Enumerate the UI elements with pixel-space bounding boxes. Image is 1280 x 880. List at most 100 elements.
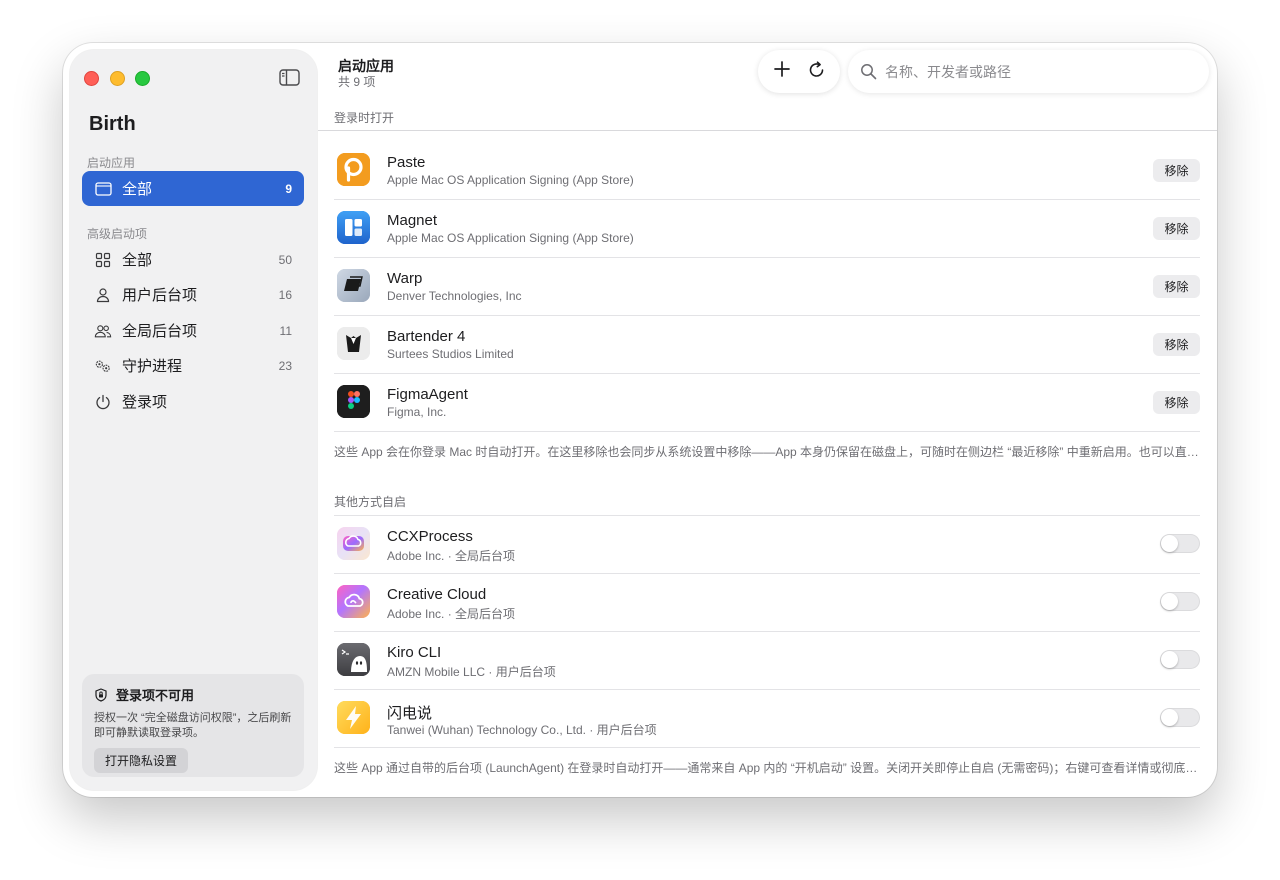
row-divider [334, 431, 1200, 432]
search-bar [848, 50, 1209, 93]
refresh-icon [807, 60, 826, 84]
figma-icon [337, 385, 370, 418]
magnet-icon [337, 211, 370, 244]
autostart-toggle[interactable] [1160, 592, 1200, 611]
list-item[interactable]: Warp Denver Technologies, Inc 移除 [334, 257, 1200, 315]
people-icon [94, 322, 112, 340]
sidebar: Birth 启动应用 全部 9 高级启动项 全部 50 用户后台项 16 全局后… [70, 50, 317, 790]
sidebar-item-count: 16 [278, 287, 292, 302]
remove-button[interactable]: 移除 [1153, 217, 1200, 240]
app-developer: Figma, Inc. [387, 405, 447, 419]
list-item[interactable]: Kiro CLI AMZN Mobile LLC · 用户后台项 [334, 631, 1200, 689]
toggle-knob [1161, 709, 1178, 726]
list-item[interactable]: Paste Apple Mac OS Application Signing (… [334, 141, 1200, 199]
creative-cloud-icon [337, 527, 370, 560]
app-developer: Apple Mac OS Application Signing (App St… [387, 173, 634, 187]
group-label-login: 登录时打开 [334, 111, 395, 125]
toggle-knob [1161, 593, 1178, 610]
toolbar-actions [758, 50, 840, 93]
sidebar-item-label: 登录项 [122, 394, 168, 411]
search-input[interactable] [885, 63, 1197, 80]
list-item[interactable]: Magnet Apple Mac OS Application Signing … [334, 199, 1200, 257]
toggle-knob [1161, 535, 1178, 552]
gears-icon [94, 357, 112, 375]
plus-icon [773, 60, 791, 83]
autostart-toggle[interactable] [1160, 708, 1200, 727]
info-card-header: 登录项不可用 [94, 685, 292, 704]
sidebar-item-label: 用户后台项 [122, 287, 198, 304]
list-item[interactable]: Bartender 4 Surtees Studios Limited 移除 [334, 315, 1200, 373]
add-button[interactable] [769, 59, 795, 85]
login-group-footnote: 这些 App 会在你登录 Mac 时自动打开。在这里移除也会同步从系统设置中移除… [334, 445, 1200, 459]
remove-button[interactable]: 移除 [1153, 275, 1200, 298]
other-group-footnote: 这些 App 通过自带的后台项 (LaunchAgent) 在登录时自动打开——… [334, 761, 1200, 775]
section-label-advanced: 高级启动项 [87, 227, 148, 241]
autostart-toggle[interactable] [1160, 650, 1200, 669]
app-developer: Apple Mac OS Application Signing (App St… [387, 231, 634, 245]
open-privacy-settings-button[interactable]: 打开隐私设置 [94, 748, 189, 773]
sidebar-item-global-agents[interactable]: 全局后台项 11 [82, 313, 304, 348]
remove-button[interactable]: 移除 [1153, 333, 1200, 356]
app-name: 闪电说 [387, 705, 433, 722]
search-icon [860, 63, 877, 80]
person-icon [94, 286, 112, 304]
app-name: FigmaAgent [387, 386, 468, 403]
row-divider [334, 747, 1200, 748]
sidebar-item-user-agents[interactable]: 用户后台项 16 [82, 277, 304, 312]
sidebar-item-label: 全局后台项 [122, 323, 198, 340]
close-window-button[interactable] [84, 71, 99, 86]
section-divider [318, 130, 1217, 131]
info-card-body: 授权一次 “完全磁盘访问权限”，之后刷新即可静默读取登录项。 [94, 712, 292, 739]
lock-shield-icon [94, 687, 108, 702]
app-name: Kiro CLI [387, 644, 442, 661]
refresh-button[interactable] [804, 59, 830, 85]
app-developer: Surtees Studios Limited [387, 347, 514, 361]
app-developer: Adobe Inc. · 全局后台项 [387, 607, 516, 621]
sidebar-item-startup-all[interactable]: 全部 9 [82, 171, 304, 206]
sidebar-item-label: 全部 [122, 181, 153, 198]
sidebar-item-label: 守护进程 [122, 358, 183, 375]
minimize-window-button[interactable] [110, 71, 125, 86]
sidebar-item-label: 全部 [122, 252, 153, 269]
sidebar-item-count: 23 [278, 358, 292, 373]
zoom-window-button[interactable] [135, 71, 150, 86]
app-developer: Tanwei (Wuhan) Technology Co., Ltd. · 用户… [387, 723, 657, 737]
window-icon [94, 180, 112, 198]
app-name: Warp [387, 270, 423, 287]
app-developer: Denver Technologies, Inc [387, 289, 522, 303]
app-window: Birth 启动应用 全部 9 高级启动项 全部 50 用户后台项 16 全局后… [63, 43, 1217, 797]
app-name: Paste [387, 154, 426, 171]
sidebar-item-login-items[interactable]: 登录项 [82, 384, 304, 419]
sidebar-item-count: 9 [285, 181, 292, 196]
app-developer: Adobe Inc. · 全局后台项 [387, 549, 516, 563]
info-card-title: 登录项不可用 [116, 688, 195, 703]
list-item[interactable]: 闪电说 Tanwei (Wuhan) Technology Co., Ltd. … [334, 689, 1200, 747]
toggle-knob [1161, 651, 1178, 668]
creative-cloud-icon [337, 585, 370, 618]
grid-icon [94, 251, 112, 269]
app-name: CCXProcess [387, 528, 473, 545]
app-developer: AMZN Mobile LLC · 用户后台项 [387, 665, 556, 679]
remove-button[interactable]: 移除 [1153, 391, 1200, 414]
permission-info-card: 登录项不可用 授权一次 “完全磁盘访问权限”，之后刷新即可静默读取登录项。 打开… [82, 674, 304, 777]
section-label-startup: 启动应用 [87, 156, 136, 170]
page-subtitle: 共 9 项 [338, 75, 376, 89]
paste-icon [337, 153, 370, 186]
app-name: Magnet [387, 212, 438, 229]
bartender-icon [337, 327, 370, 360]
remove-button[interactable]: 移除 [1153, 159, 1200, 182]
list-item[interactable]: CCXProcess Adobe Inc. · 全局后台项 [334, 515, 1200, 573]
warp-icon [337, 269, 370, 302]
sidebar-item-daemons[interactable]: 守护进程 23 [82, 348, 304, 383]
group-label-other: 其他方式自启 [334, 495, 407, 509]
power-icon [94, 393, 112, 411]
app-title: Birth [89, 113, 136, 135]
list-item[interactable]: FigmaAgent Figma, Inc. 移除 [334, 373, 1200, 431]
app-name: Creative Cloud [387, 586, 487, 603]
sidebar-toggle-icon[interactable] [279, 69, 300, 86]
list-item[interactable]: Creative Cloud Adobe Inc. · 全局后台项 [334, 573, 1200, 631]
sidebar-item-advanced-all[interactable]: 全部 50 [82, 242, 304, 277]
autostart-toggle[interactable] [1160, 534, 1200, 553]
lightning-icon [337, 701, 370, 734]
kiro-icon [337, 643, 370, 676]
